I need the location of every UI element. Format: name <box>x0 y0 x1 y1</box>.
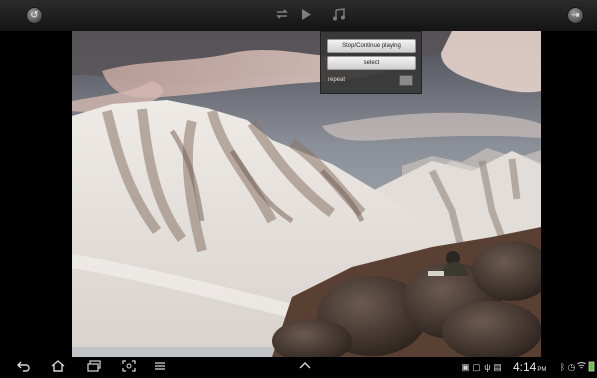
recent-apps-icon[interactable] <box>86 360 102 374</box>
screen-mirror-icon: ▣ <box>461 362 470 372</box>
repeat-label: repeat <box>328 77 346 83</box>
screenshot-icon[interactable] <box>121 360 137 374</box>
scene-graphic <box>72 31 541 357</box>
alarm-icon: ◷ <box>567 362 576 372</box>
bluetooth-icon: ᛒ <box>559 362 566 372</box>
status-clock: 4:14PM <box>513 360 546 374</box>
repeat-icon[interactable] <box>274 8 290 24</box>
refresh-icon[interactable]: ↺ <box>26 7 43 24</box>
music-icon[interactable] <box>331 8 347 24</box>
home-icon[interactable] <box>50 360 66 374</box>
gallery-icon: ▤ <box>493 362 502 372</box>
clock-time: 4:14 <box>513 360 537 374</box>
wifi-icon <box>577 361 586 373</box>
battery-icon <box>587 361 595 373</box>
up-chevron-icon[interactable] <box>297 360 313 374</box>
select-button[interactable]: select <box>327 56 416 70</box>
playback-menu: Stop/Continue playing select repeat <box>320 31 422 94</box>
system-navbar: ▣ ▢ ψ ▤ 4:14PM ᛒ ◷ <box>0 357 597 378</box>
play-icon[interactable] <box>298 8 314 24</box>
usb-icon: ψ <box>484 362 491 372</box>
top-toolbar: ↺ ⇥ <box>0 0 597 31</box>
sd-card-icon: ▢ <box>472 362 481 372</box>
back-icon[interactable] <box>16 360 32 374</box>
menu-icon[interactable] <box>152 360 168 374</box>
stop-continue-button[interactable]: Stop/Continue playing <box>327 39 416 53</box>
mountain-scene[interactable] <box>72 31 541 357</box>
repeat-checkbox[interactable] <box>399 75 413 86</box>
exit-icon[interactable]: ⇥ <box>567 7 584 24</box>
clock-ampm: PM <box>537 367 547 373</box>
